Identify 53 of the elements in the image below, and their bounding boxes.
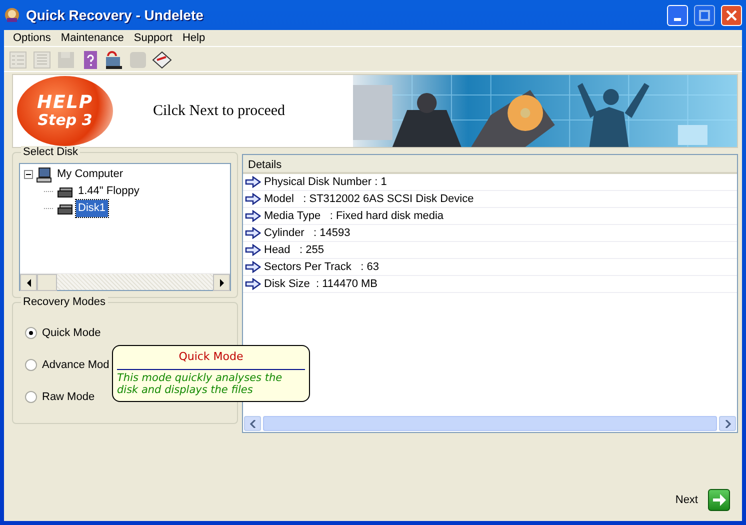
instruction-text: Cilck Next to proceed [153, 102, 286, 121]
maximize-icon [699, 10, 710, 20]
expand-toggle-icon[interactable] [24, 170, 33, 179]
arrow-icon [245, 278, 261, 290]
radio-label: Quick Mode [42, 326, 101, 341]
minimize-icon [674, 18, 681, 20]
radio-button[interactable] [25, 327, 37, 339]
close-icon [726, 10, 737, 20]
tree-item[interactable]: My Computer [55, 166, 126, 183]
radio-button[interactable] [25, 359, 37, 371]
detail-text: Media Type : Fixed hard disk media [264, 208, 444, 224]
maximize-button[interactable] [694, 4, 715, 26]
right-arrow-icon [218, 278, 224, 286]
group-title: Recovery Modes [21, 296, 108, 309]
radio-label: Raw Mode [42, 390, 95, 405]
computer-icon [36, 166, 52, 182]
window-title: Quick Recovery - Undelete [26, 6, 204, 25]
arrow-icon [245, 176, 261, 188]
arrow-right-icon [711, 492, 727, 508]
tree-item[interactable]: Disk1 [76, 200, 108, 217]
left-arrow-icon [26, 278, 32, 286]
next-button[interactable] [708, 489, 730, 511]
logo-text: HELP [36, 94, 94, 113]
detail-text: Cylinder : 14593 [264, 226, 350, 241]
tree-item[interactable]: 1.44" Floppy [76, 183, 142, 200]
menu-item[interactable]: Maintenance [56, 30, 129, 46]
tooltip-text: This mode quickly analyses the disk and displays the files [117, 370, 284, 396]
menu-item[interactable]: Help [177, 30, 210, 46]
scroll-left-button[interactable] [20, 274, 37, 291]
tooltip-title: Quick Mode [117, 349, 305, 370]
arrow-icon [245, 261, 261, 273]
detail-text: Sectors Per Track : 63 [264, 260, 379, 275]
minimize-button[interactable] [667, 4, 688, 26]
arrow-icon [245, 227, 261, 239]
scroll-thumb[interactable] [37, 274, 57, 291]
arrow-icon [245, 244, 261, 256]
scroll-right-button[interactable] [213, 274, 230, 291]
detail-text: Physical Disk Number : 1 [264, 174, 387, 190]
close-button[interactable] [721, 4, 742, 26]
radio-label: Advance Mod [42, 358, 110, 373]
menu-item[interactable]: Options [8, 30, 56, 46]
menu-item[interactable]: Support [128, 30, 178, 46]
detail-text: Head : 255 [264, 242, 324, 258]
logo-text: Step 3 [38, 112, 92, 128]
scroll-thumb[interactable] [263, 416, 717, 431]
radio-button[interactable] [25, 391, 37, 403]
column-header[interactable]: Details [243, 155, 737, 174]
arrow-icon [245, 193, 261, 205]
detail-text: Disk Size : 114470 MB [264, 276, 378, 292]
arrow-icon [245, 210, 261, 222]
next-link[interactable]: Next [675, 492, 698, 511]
detail-text: Model : ST312002 6AS SCSI Disk Device [264, 192, 474, 207]
app-icon [4, 7, 20, 23]
